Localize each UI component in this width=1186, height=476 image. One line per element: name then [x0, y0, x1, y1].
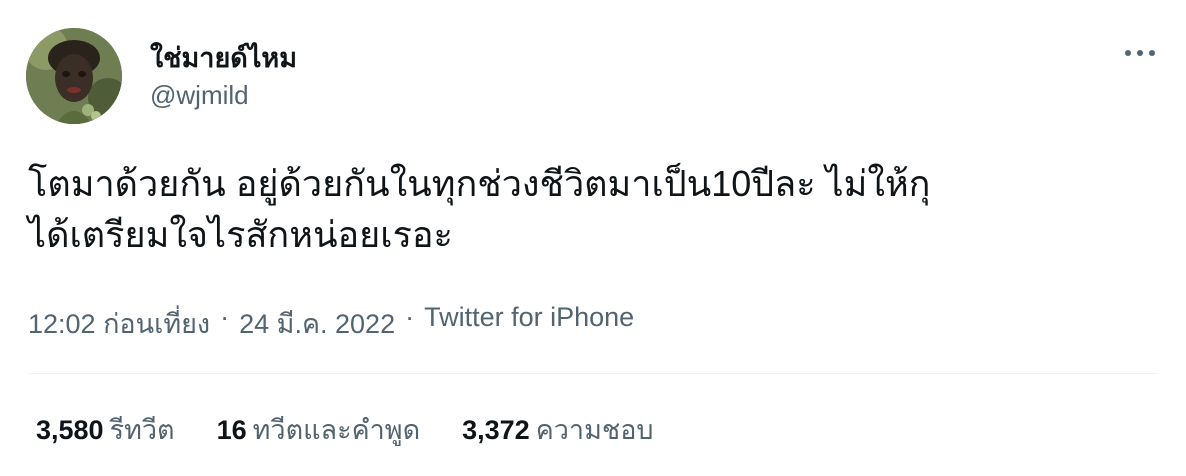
retweets-count: 3,580 [36, 415, 104, 445]
tweet-text-line: โตมาด้วยกัน อยู่ด้วยกันในทุกช่วงชีวิตมาเ… [28, 163, 931, 204]
quote-tweets-count: 16 [216, 415, 247, 445]
tweet-date[interactable]: 24 มี.ค. 2022 [239, 302, 395, 345]
tweet-time[interactable]: 12:02 ก่อนเที่ยง [28, 302, 210, 345]
quote-tweets-label: ทวีตและคำพูด [252, 415, 421, 445]
retweets-label: รีทวีต [109, 415, 175, 445]
meta-separator: · [405, 302, 415, 332]
user-handle[interactable]: @wjmild [150, 80, 249, 111]
likes-count: 3,372 [462, 415, 530, 445]
meta-separator: · [220, 302, 230, 332]
avatar[interactable] [26, 28, 122, 124]
avatar-image [26, 28, 122, 124]
tweet-source[interactable]: Twitter for iPhone [424, 302, 634, 345]
tweet-text: โตมาด้วยกัน อยู่ด้วยกันในทุกช่วงชีวิตมาเ… [28, 158, 1158, 260]
quote-tweets-stat[interactable]: 16 ทวีตและคำพูด [217, 408, 421, 451]
tweet-stats: 3,580 รีทวีต 16 ทวีตและคำพูด 3,372 ความชอบ [36, 408, 654, 451]
display-name[interactable]: ใช่มายด์ไหม [150, 36, 297, 79]
more-horizontal-icon [1125, 50, 1155, 56]
retweets-stat[interactable]: 3,580 รีทวีต [36, 408, 175, 451]
tweet-text-line: ได้เตรียมใจไรสักหน่อยเรอะ [28, 214, 453, 255]
tweet-card: ใช่มายด์ไหม @wjmild โตมาด้วยกัน อยู่ด้วย… [0, 0, 1186, 476]
likes-label: ความชอบ [535, 415, 654, 445]
more-options-button[interactable] [1120, 38, 1160, 68]
likes-stat[interactable]: 3,372 ความชอบ [462, 408, 653, 451]
tweet-meta: 12:02 ก่อนเที่ยง · 24 มี.ค. 2022 · Twitt… [28, 302, 634, 345]
divider [28, 373, 1158, 374]
